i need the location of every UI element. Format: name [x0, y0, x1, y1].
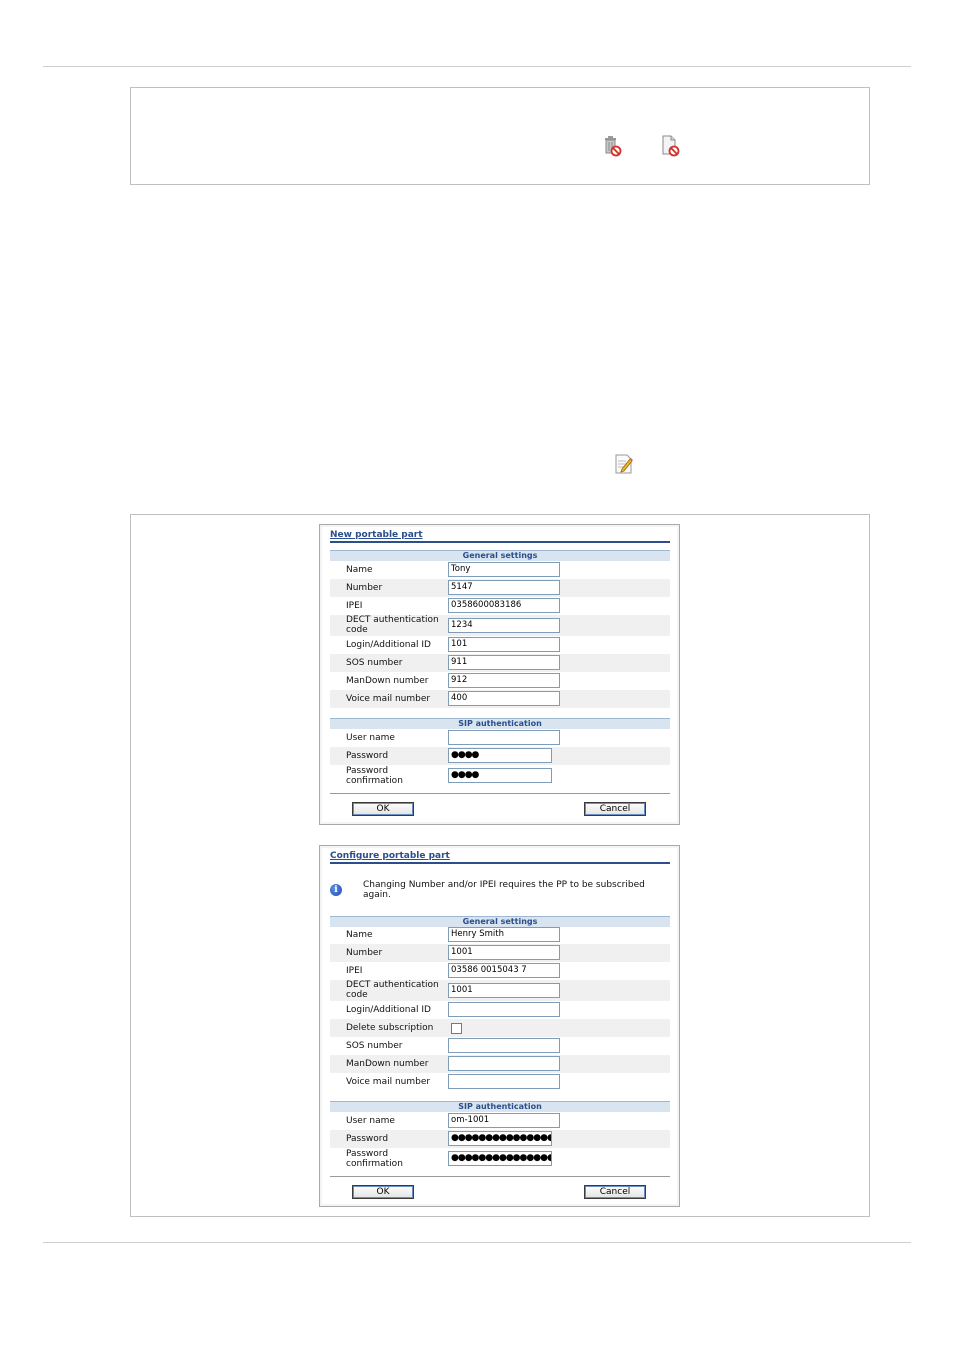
sos-input[interactable] [448, 1038, 560, 1053]
footer-divider [330, 1176, 670, 1177]
field-label: Password confirmation [346, 766, 403, 786]
footer-divider [330, 793, 670, 794]
field-label: SOS number [346, 658, 403, 668]
field-label: DECT authentication code [346, 980, 439, 1000]
mandown-input[interactable]: 912 [448, 673, 560, 688]
new-portable-part-dialog: New portable part General settings Name … [319, 524, 680, 825]
number-row: Number 5147 [330, 579, 670, 597]
ok-button[interactable]: OK [352, 1185, 414, 1199]
login-id-row: Login/Additional ID [330, 1001, 670, 1019]
delete-subscription-row: Delete subscription [330, 1019, 670, 1037]
ipei-input[interactable]: 03586 0015043 7 [448, 963, 560, 978]
info-message: Changing Number and/or IPEI requires the… [363, 880, 645, 900]
delete-subscription-checkbox[interactable] [451, 1023, 462, 1034]
dect-auth-row: DECT authentication code 1001 [330, 980, 670, 1001]
dect-auth-input[interactable]: 1234 [448, 618, 560, 633]
sip-password-row: Password ●●●● [330, 747, 670, 765]
login-id-input[interactable] [448, 1002, 560, 1017]
name-row: Name Tony [330, 561, 670, 579]
ipei-row: IPEI 03586 0015043 7 [330, 962, 670, 980]
sip-password-confirm-row: Password confirmation ●●●● [330, 766, 670, 787]
name-input[interactable]: Henry Smith [448, 927, 560, 942]
field-label: SOS number [346, 1041, 403, 1051]
header-rule [43, 66, 911, 67]
sip-password-confirm-row: Password confirmation ●●●●●●●●●●●●●●●●●● [330, 1149, 670, 1170]
login-id-row: Login/Additional ID 101 [330, 636, 670, 654]
cancel-button[interactable]: Cancel [584, 802, 646, 816]
mandown-row: ManDown number 912 [330, 672, 670, 690]
configure-portable-part-dialog: Configure portable part i Changing Numbe… [319, 845, 680, 1207]
field-label: DECT authentication code [346, 615, 439, 635]
sip-username-input[interactable]: om-1001 [448, 1113, 560, 1128]
field-label: IPEI [346, 966, 363, 976]
sip-password-row: Password ●●●●●●●●●●●●●●●●●● [330, 1130, 670, 1148]
document-delete-icon[interactable] [660, 135, 680, 157]
title-underline [330, 862, 670, 864]
field-label: Number [346, 948, 383, 958]
voicemail-row: Voice mail number 400 [330, 690, 670, 708]
voicemail-input[interactable] [448, 1074, 560, 1089]
dect-auth-input[interactable]: 1001 [448, 983, 560, 998]
ok-button[interactable]: OK [352, 802, 414, 816]
ipei-input[interactable]: 0358600083186 [448, 598, 560, 613]
name-input[interactable]: Tony [448, 562, 560, 577]
mandown-input[interactable] [448, 1056, 560, 1071]
sos-input[interactable]: 911 [448, 655, 560, 670]
name-row: Name Henry Smith [330, 926, 670, 944]
field-label: User name [346, 733, 395, 743]
voicemail-row: Voice mail number [330, 1073, 670, 1091]
field-label: Password [346, 1134, 389, 1144]
field-label: Name [346, 565, 373, 575]
sip-password-confirm-input[interactable]: ●●●● [448, 768, 552, 783]
field-label: Login/Additional ID [346, 640, 431, 650]
field-label: ManDown number [346, 1059, 429, 1069]
mandown-row: ManDown number [330, 1055, 670, 1073]
login-id-input[interactable]: 101 [448, 637, 560, 652]
sip-auth-header: SIP authentication [330, 718, 670, 729]
sip-username-row: User name om-1001 [330, 1112, 670, 1130]
sip-password-input[interactable]: ●●●● [448, 748, 552, 763]
voicemail-input[interactable]: 400 [448, 691, 560, 706]
field-label: User name [346, 1116, 395, 1126]
field-label: Voice mail number [346, 694, 431, 704]
sip-password-confirm-input[interactable]: ●●●●●●●●●●●●●●●●●● [448, 1151, 552, 1166]
number-input[interactable]: 5147 [448, 580, 560, 595]
general-settings-header: General settings [330, 550, 670, 561]
sos-row: SOS number 911 [330, 654, 670, 672]
ipei-row: IPEI 0358600083186 [330, 597, 670, 615]
field-label: Number [346, 583, 383, 593]
title-underline [330, 541, 670, 543]
sip-password-input[interactable]: ●●●●●●●●●●●●●●●●●● [448, 1131, 552, 1146]
field-label: IPEI [346, 601, 363, 611]
cancel-button[interactable]: Cancel [584, 1185, 646, 1199]
dialog-title: Configure portable part [330, 851, 450, 861]
field-label: Name [346, 930, 373, 940]
dialog-title: New portable part [330, 530, 423, 540]
trash-delete-icon[interactable] [602, 135, 622, 157]
field-label: Delete subscription [346, 1023, 434, 1033]
icon-note-box [130, 87, 870, 185]
number-input[interactable]: 1001 [448, 945, 560, 960]
sip-auth-header: SIP authentication [330, 1101, 670, 1112]
sip-username-row: User name [330, 729, 670, 747]
sip-username-input[interactable] [448, 730, 560, 745]
field-label: Password [346, 751, 389, 761]
dect-auth-row: DECT authentication code 1234 [330, 615, 670, 636]
field-label: Login/Additional ID [346, 1005, 431, 1015]
edit-pencil-icon[interactable] [614, 453, 634, 475]
footer-rule [43, 1242, 911, 1243]
field-label: ManDown number [346, 676, 429, 686]
number-row: Number 1001 [330, 944, 670, 962]
field-label: Password confirmation [346, 1149, 403, 1169]
sos-row: SOS number [330, 1037, 670, 1055]
field-label: Voice mail number [346, 1077, 431, 1087]
info-icon: i [330, 884, 342, 896]
